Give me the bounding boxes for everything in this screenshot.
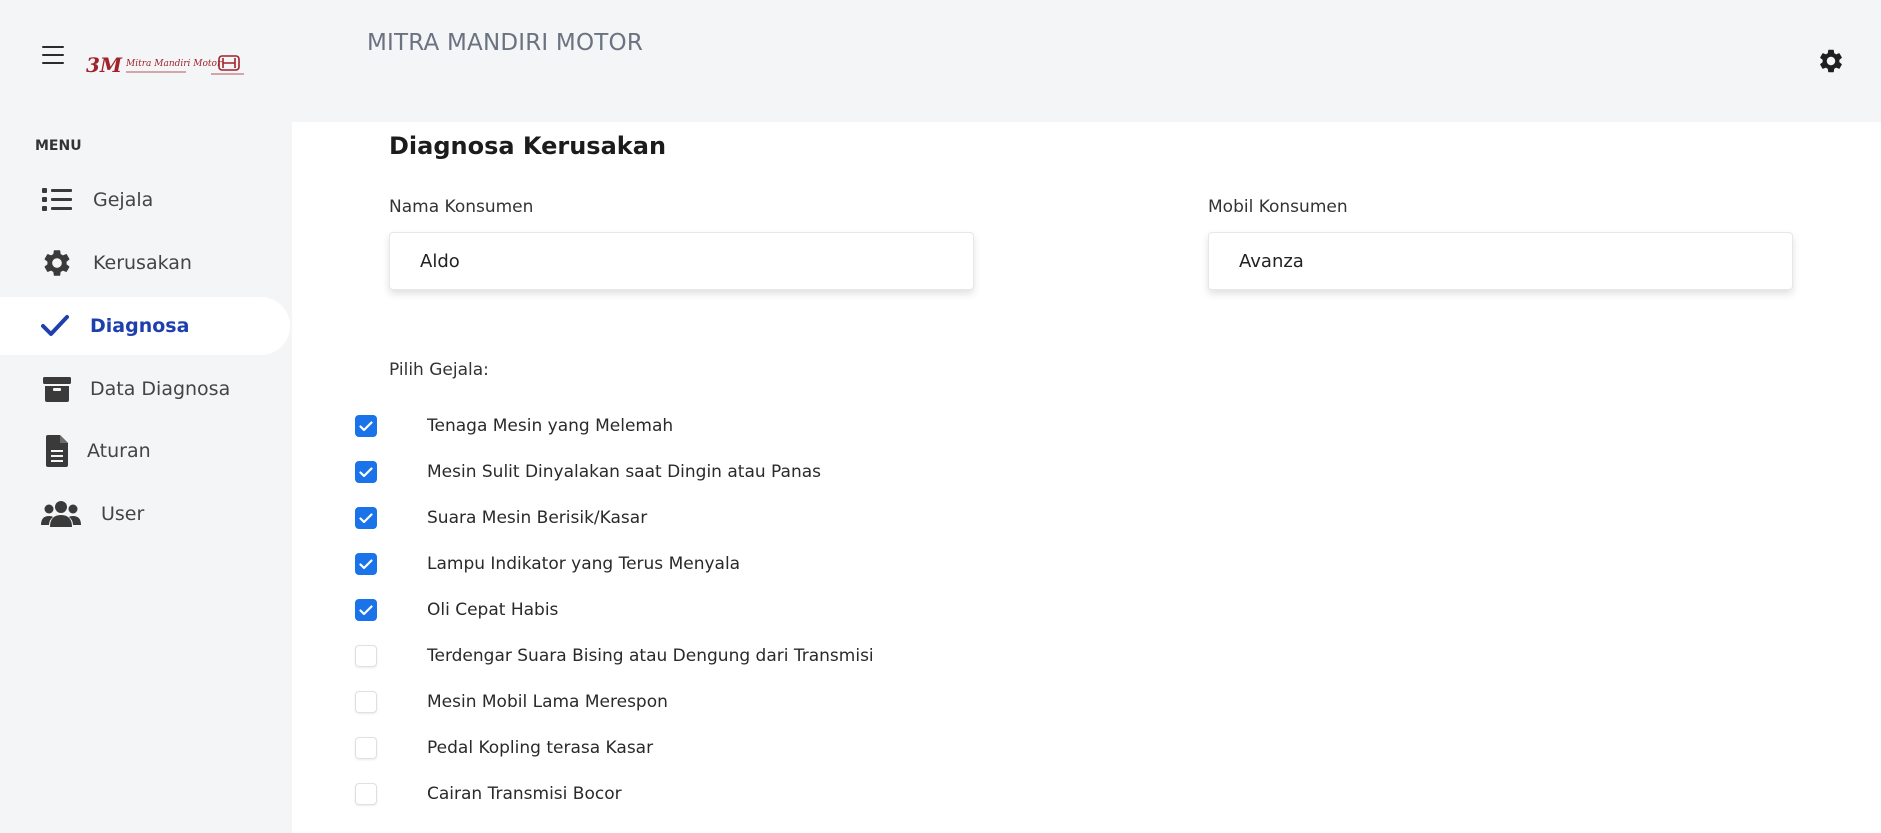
gejala-item: Oli Cepat Habis [355, 595, 558, 625]
list-icon [41, 184, 73, 216]
svg-text:Mitra Mandiri Motor: Mitra Mandiri Motor [125, 59, 222, 69]
gejala-item: Pedal Kopling terasa Kasar [355, 733, 653, 763]
sidebar-item-data-diagnosa[interactable]: Data Diagnosa [0, 360, 290, 418]
check-icon [39, 310, 71, 342]
document-icon [41, 435, 73, 467]
sidebar-item-gejala[interactable]: Gejala [0, 171, 290, 229]
box-icon [41, 373, 73, 405]
gejala-label: Lampu Indikator yang Terus Menyala [427, 554, 741, 574]
gejala-item: Tenaga Mesin yang Melemah [355, 411, 673, 441]
gejala-label: Pedal Kopling terasa Kasar [427, 738, 654, 758]
sidebar-item-label: User [101, 503, 145, 525]
gejala-label: Suara Mesin Berisik/Kasar [427, 508, 648, 528]
mobil-konsumen-input[interactable] [1208, 232, 1793, 290]
users-icon [41, 498, 81, 530]
gejala-checkbox[interactable] [355, 461, 377, 483]
gejala-checkbox[interactable] [355, 507, 377, 529]
sidebar-item-label: Aturan [87, 440, 151, 462]
gejala-checkbox[interactable] [355, 783, 377, 805]
gejala-label: Terdengar Suara Bising atau Dengung dari… [427, 646, 874, 666]
gejala-item: Terdengar Suara Bising atau Dengung dari… [355, 641, 874, 671]
sidebar-item-label: Gejala [93, 189, 154, 211]
gejala-label: Tenaga Mesin yang Melemah [427, 416, 674, 436]
sidebar-item-label: Data Diagnosa [90, 378, 231, 400]
nama-konsumen-input[interactable] [389, 232, 974, 290]
gejala-checkbox[interactable] [355, 645, 377, 667]
menu-label: MENU [35, 138, 82, 154]
gejala-checkbox[interactable] [355, 691, 377, 713]
gejala-label: Mesin Sulit Dinyalakan saat Dingin atau … [427, 462, 821, 482]
gejala-item: Mesin Sulit Dinyalakan saat Dingin atau … [355, 457, 821, 487]
gejala-checkbox[interactable] [355, 599, 377, 621]
main-panel: Diagnosa Kerusakan Nama Konsumen Mobil K… [292, 122, 1881, 833]
sidebar-item-diagnosa[interactable]: Diagnosa [0, 297, 290, 355]
gejala-label: Cairan Transmisi Bocor [427, 784, 622, 804]
gejala-item: Suara Mesin Berisik/Kasar [355, 503, 647, 533]
gejala-item: Lampu Indikator yang Terus Menyala [355, 549, 740, 579]
settings-gear-icon[interactable] [1817, 47, 1845, 75]
sidebar-item-user[interactable]: User [0, 485, 290, 543]
gejala-label: Oli Cepat Habis [427, 600, 559, 620]
sidebar-item-label: Diagnosa [90, 315, 190, 337]
gejala-checkbox[interactable] [355, 737, 377, 759]
gejala-checkbox[interactable] [355, 553, 377, 575]
pilih-gejala-label: Pilih Gejala: [389, 360, 489, 380]
gear-icon [41, 247, 73, 279]
hamburger-menu-icon[interactable] [42, 46, 64, 64]
mobil-konsumen-label: Mobil Konsumen [1208, 197, 1348, 217]
sidebar-item-kerusakan[interactable]: Kerusakan [0, 234, 290, 292]
brand-logo: 3M Mitra Mandiri Motor [86, 50, 246, 80]
gejala-checkbox[interactable] [355, 415, 377, 437]
gejala-item: Cairan Transmisi Bocor [355, 779, 622, 809]
gejala-label: Mesin Mobil Lama Merespon [427, 692, 668, 712]
sidebar-item-label: Kerusakan [93, 252, 192, 274]
svg-text:3M: 3M [86, 53, 123, 77]
gejala-item: Mesin Mobil Lama Merespon [355, 687, 668, 717]
page-title: Diagnosa Kerusakan [389, 132, 667, 160]
nama-konsumen-label: Nama Konsumen [389, 197, 534, 217]
app-title: MITRA MANDIRI MOTOR [367, 30, 644, 56]
sidebar-item-aturan[interactable]: Aturan [0, 422, 290, 480]
